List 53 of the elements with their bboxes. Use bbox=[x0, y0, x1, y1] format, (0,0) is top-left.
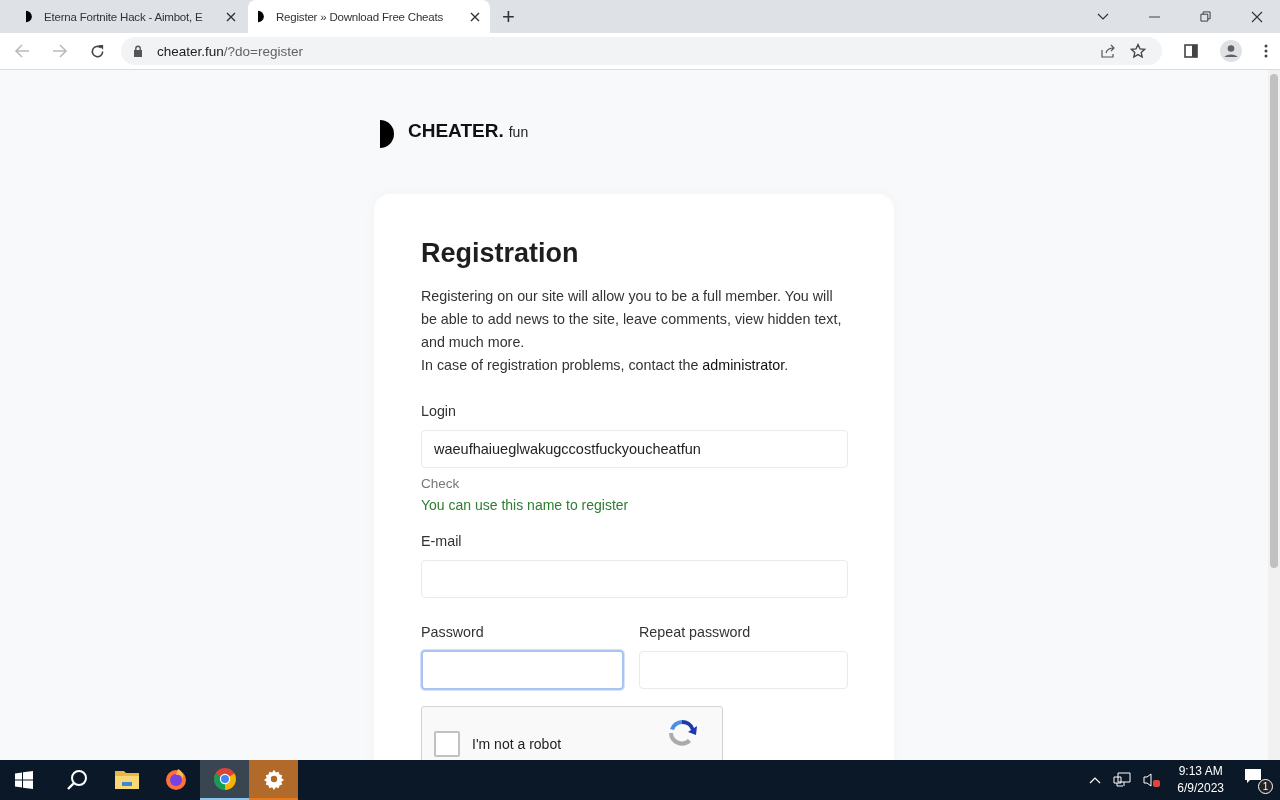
clock-date: 6/9/2023 bbox=[1177, 780, 1224, 797]
tab-title: Register » Download Free Cheats bbox=[276, 10, 445, 23]
star-icon[interactable] bbox=[1130, 43, 1146, 59]
captcha-checkbox[interactable] bbox=[434, 731, 460, 757]
form-title: Registration bbox=[421, 238, 580, 269]
notification-button[interactable]: 1 bbox=[1244, 765, 1274, 795]
network-icon[interactable] bbox=[1113, 772, 1132, 788]
chrome-icon bbox=[212, 767, 237, 791]
taskbar-app-button[interactable] bbox=[200, 760, 249, 800]
field-label: Login bbox=[421, 403, 457, 419]
url-text: cheater.fun/?do=register bbox=[157, 43, 303, 59]
login-field[interactable]: waeufhaiueglwakugccostfuckyoucheatfun bbox=[421, 430, 848, 468]
notification-icon bbox=[1244, 768, 1262, 784]
availability-message: You can use this name to register bbox=[421, 497, 630, 513]
folder-icon bbox=[114, 769, 139, 789]
address-bar[interactable]: cheater.fun/?do=register bbox=[121, 37, 1162, 65]
close-icon[interactable] bbox=[226, 11, 236, 22]
lock-icon bbox=[133, 45, 143, 57]
browser-tab[interactable]: Register » Download Free Cheats bbox=[248, 0, 490, 33]
restore-icon[interactable] bbox=[1200, 11, 1211, 22]
administrator-link[interactable]: administrator bbox=[702, 357, 785, 373]
muted-speaker-icon[interactable] bbox=[1143, 772, 1162, 788]
windows-start-icon[interactable] bbox=[15, 771, 33, 789]
password-field[interactable] bbox=[421, 650, 624, 690]
field-label: E-mail bbox=[421, 533, 463, 549]
scrollbar[interactable] bbox=[1268, 70, 1280, 760]
captcha-label: I'm not a robot bbox=[472, 736, 563, 752]
new-tab-button[interactable]: + bbox=[502, 5, 515, 28]
side-panel-icon[interactable] bbox=[1184, 44, 1198, 58]
chevron-down-icon[interactable] bbox=[1097, 12, 1109, 21]
chevron-up-icon[interactable] bbox=[1089, 776, 1102, 784]
fox-globe-icon bbox=[163, 767, 188, 791]
reload-icon[interactable] bbox=[90, 43, 105, 59]
site-logo-suffix: fun bbox=[508, 124, 529, 140]
field-label: Repeat password bbox=[639, 624, 752, 640]
close-icon[interactable] bbox=[470, 11, 480, 22]
contact-paragraph: In case of registration problems, contact the administrator. bbox=[421, 356, 790, 375]
share-icon[interactable] bbox=[1100, 43, 1116, 59]
captcha-logo-icon bbox=[666, 717, 698, 749]
site-logo[interactable]: CHEATER. bbox=[408, 120, 504, 142]
profile-icon[interactable] bbox=[1220, 40, 1242, 62]
taskbar-clock[interactable]: 9:13 AM 6/9/2023 bbox=[1177, 763, 1224, 797]
more-vertical-icon[interactable] bbox=[1264, 44, 1268, 58]
check-link[interactable]: Check bbox=[421, 476, 848, 491]
clock-time: 9:13 AM bbox=[1178, 763, 1223, 780]
field-label: Password bbox=[421, 624, 485, 640]
notification-count: 1 bbox=[1258, 779, 1273, 794]
gear-icon bbox=[262, 768, 285, 790]
close-icon[interactable] bbox=[1251, 10, 1263, 23]
tab-title: Eterna Fortnite Hack - Aimbot, E bbox=[44, 10, 204, 23]
search-icon[interactable] bbox=[66, 769, 88, 791]
intro-paragraph: Registering on our site will allow you to be a full member. You will be able to add news to the site, leave comments, view hidden text, and much more. bbox=[421, 287, 843, 352]
browser-tab[interactable]: Eterna Fortnite Hack - Aimbot, E bbox=[16, 0, 246, 33]
